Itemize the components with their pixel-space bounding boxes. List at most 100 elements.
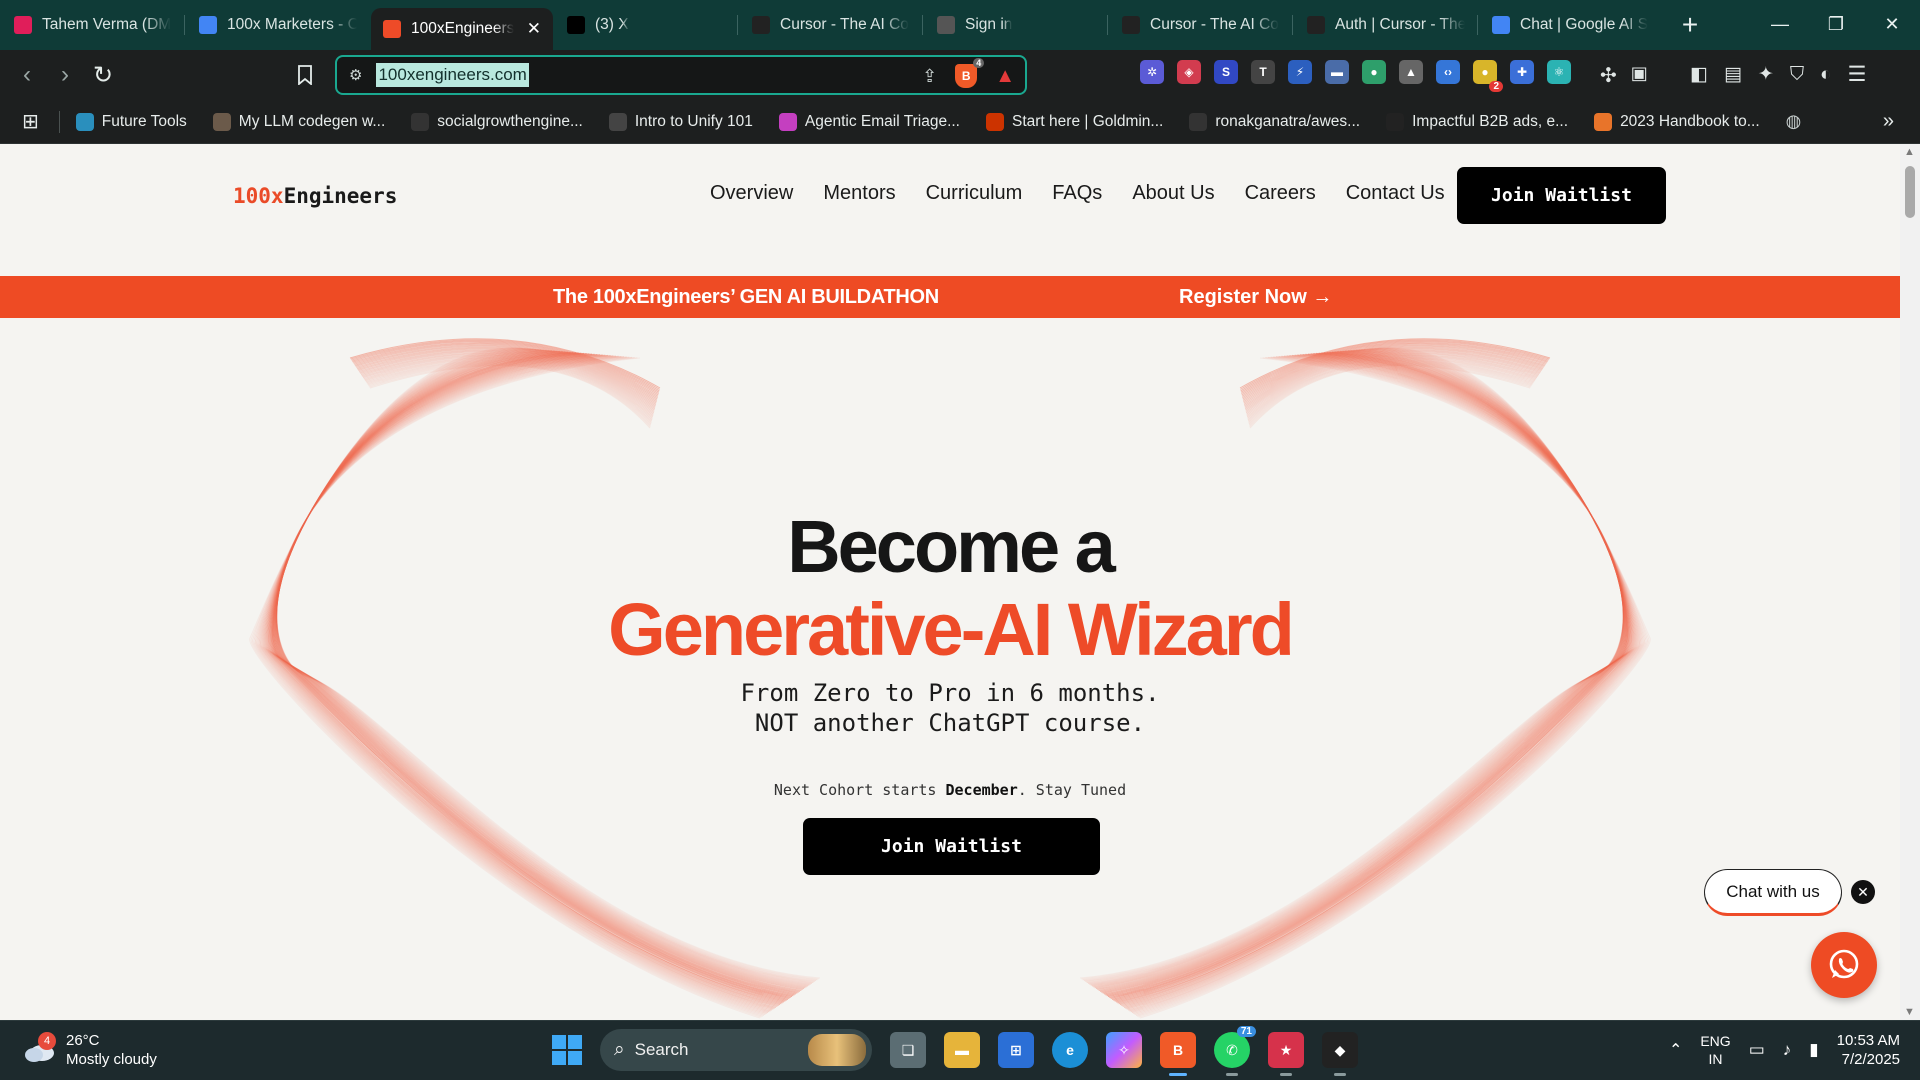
tab-3[interactable]: (3) X bbox=[555, 6, 737, 44]
back-icon[interactable]: ‹ bbox=[8, 56, 46, 94]
bookmark-item[interactable]: My LLM codegen w... bbox=[212, 112, 385, 131]
browser-menu-icons: ◧ ▤ ✦ ⛉ ◐ ☰ bbox=[1690, 62, 1866, 87]
sidebar-icon[interactable]: ◧ bbox=[1690, 63, 1708, 86]
bookmark-label: Intro to Unify 101 bbox=[634, 112, 753, 130]
brave-shields-icon[interactable]: B4 bbox=[955, 58, 985, 88]
tab-5[interactable]: Sign in bbox=[925, 6, 1107, 44]
nav-careers[interactable]: Careers bbox=[1245, 182, 1316, 205]
tab-1[interactable]: 100x Marketers - C bbox=[187, 6, 369, 44]
page-scrollbar[interactable]: ▲ ▼ bbox=[1900, 144, 1920, 1020]
bookmark-item[interactable]: ronakganatra/awes... bbox=[1189, 112, 1360, 131]
ext-3-icon[interactable]: S bbox=[1214, 60, 1238, 84]
nav-curriculum[interactable]: Curriculum bbox=[926, 182, 1023, 205]
scroll-down-icon[interactable]: ▼ bbox=[1904, 1006, 1915, 1018]
lang-top: ENG bbox=[1700, 1033, 1731, 1049]
ext-7-icon[interactable]: ● bbox=[1362, 60, 1386, 84]
leo-ai-icon[interactable]: ✦ bbox=[1758, 63, 1774, 86]
apps-grid-icon[interactable]: ⊞ bbox=[22, 109, 39, 134]
new-tab-button[interactable]: + bbox=[1670, 9, 1710, 41]
ext-12-icon[interactable]: ⚛ bbox=[1547, 60, 1571, 84]
minimize-icon[interactable]: — bbox=[1752, 0, 1808, 48]
vpn-icon[interactable]: ⛉ bbox=[1790, 64, 1804, 86]
ext-2-icon[interactable]: ◈ bbox=[1177, 60, 1201, 84]
taskbar-search[interactable]: ⌕ Search bbox=[600, 1029, 872, 1071]
star-app-icon[interactable]: ★ bbox=[1268, 1032, 1304, 1076]
volume-icon[interactable]: ♪ bbox=[1783, 1040, 1792, 1060]
tab-0[interactable]: Tahem Verma (DM bbox=[2, 6, 184, 44]
tab-6[interactable]: Cursor - The AI Co bbox=[1110, 6, 1292, 44]
edge-icon[interactable]: e bbox=[1052, 1032, 1088, 1068]
tab-separator bbox=[737, 15, 738, 35]
chat-close-icon[interactable]: ✕ bbox=[1851, 880, 1875, 904]
forward-icon[interactable]: › bbox=[46, 56, 84, 94]
close-window-icon[interactable]: ✕ bbox=[1864, 0, 1920, 48]
menu-icon[interactable]: ☰ bbox=[1848, 62, 1867, 87]
extensions-puzzle-icon[interactable]: ✣ bbox=[1600, 63, 1617, 88]
bookmark-globe-icon[interactable]: ◍ bbox=[1786, 111, 1802, 132]
hero-join-waitlist-button[interactable]: Join Waitlist bbox=[803, 818, 1100, 875]
theme-icon[interactable]: ◐ bbox=[1820, 64, 1831, 86]
tab-2[interactable]: 100xEngineers ✕ bbox=[371, 8, 553, 50]
site-logo[interactable]: 100xEngineers bbox=[233, 184, 397, 208]
bookmark-item[interactable]: Future Tools bbox=[75, 112, 187, 131]
header-join-waitlist-button[interactable]: Join Waitlist bbox=[1457, 167, 1666, 224]
battery-icon[interactable]: ▮ bbox=[1809, 1040, 1818, 1060]
bookmark-item[interactable]: Start here | Goldmin... bbox=[986, 112, 1163, 131]
windows-start-icon[interactable] bbox=[552, 1035, 582, 1065]
tab-7[interactable]: Auth | Cursor - The bbox=[1295, 6, 1477, 44]
weather-widget[interactable]: 4 26°C Mostly cloudy bbox=[22, 1031, 157, 1069]
register-now-link[interactable]: Register Now → bbox=[1179, 286, 1332, 309]
browser-toolbar: ‹ › ↻ ⚙ 100xengineers.com ⇪ B4 ▲ ✲ ◈ S T ⚡ ▬ ●… bbox=[0, 50, 1920, 100]
brave-rewards-icon[interactable]: ▲ bbox=[995, 65, 1015, 88]
wallet-icon[interactable]: ▤ bbox=[1724, 63, 1742, 86]
tab-8[interactable]: Chat | Google AI S bbox=[1480, 6, 1662, 44]
copilot-icon[interactable]: ✧ bbox=[1106, 1032, 1142, 1068]
nav-overview[interactable]: Overview bbox=[710, 182, 793, 205]
bookmark-item[interactable]: Impactful B2B ads, e... bbox=[1386, 112, 1568, 131]
scrollbar-thumb[interactable] bbox=[1905, 166, 1915, 218]
bookmark-item[interactable]: socialgrowthengine... bbox=[411, 112, 583, 131]
cursor-app-icon[interactable]: ◆ bbox=[1322, 1032, 1358, 1076]
ext-11-icon[interactable]: ✚ bbox=[1510, 60, 1534, 84]
bookmark-item[interactable]: Agentic Email Triage... bbox=[778, 112, 960, 131]
bookmark-item[interactable]: Intro to Unify 101 bbox=[608, 112, 753, 131]
bookmark-item[interactable]: 2023 Handbook to... bbox=[1594, 112, 1760, 131]
ext-8-icon[interactable]: ▲ bbox=[1399, 60, 1423, 84]
file-explorer-icon[interactable]: ▬ bbox=[944, 1032, 980, 1068]
address-bar[interactable]: ⚙ 100xengineers.com ⇪ B4 ▲ bbox=[335, 55, 1027, 95]
restore-icon[interactable]: ❐ bbox=[1808, 0, 1864, 48]
tray-overflow-icon[interactable]: ⌃ bbox=[1669, 1040, 1682, 1060]
ext-10-icon[interactable]: ● 2 bbox=[1473, 60, 1503, 92]
whatsapp-chat-button[interactable] bbox=[1811, 932, 1877, 998]
microsoft-store-icon[interactable]: ⊞ bbox=[998, 1032, 1034, 1068]
ext-6-icon[interactable]: ▬ bbox=[1325, 60, 1349, 84]
share-icon[interactable]: ⇪ bbox=[922, 66, 937, 87]
screenshot-icon[interactable]: ▣ bbox=[1631, 63, 1648, 88]
ext-4-icon[interactable]: T bbox=[1251, 60, 1275, 84]
ext-1-icon[interactable]: ✲ bbox=[1140, 60, 1164, 84]
nav-contact-us[interactable]: Contact Us bbox=[1346, 182, 1445, 205]
nav-mentors[interactable]: Mentors bbox=[823, 182, 895, 205]
site-info-icon[interactable]: ⚙ bbox=[349, 66, 362, 84]
windows-taskbar: 4 26°C Mostly cloudy ⌕ Search ❏ ▬ ⊞ e ✧ … bbox=[0, 1020, 1920, 1080]
more-bookmarks-icon[interactable]: » bbox=[1883, 110, 1894, 133]
search-icon: ⌕ bbox=[614, 1039, 625, 1060]
close-tab-icon[interactable]: ✕ bbox=[527, 19, 541, 39]
nav-about-us[interactable]: About Us bbox=[1132, 182, 1214, 205]
brave-taskbar-icon[interactable]: B bbox=[1160, 1032, 1196, 1076]
chat-with-us-button[interactable]: Chat with us bbox=[1704, 869, 1842, 916]
clock[interactable]: 10:53 AM 7/2/2025 bbox=[1837, 1031, 1900, 1069]
language-indicator[interactable]: ENG IN bbox=[1700, 1032, 1730, 1068]
url-text[interactable]: 100xengineers.com bbox=[376, 63, 529, 87]
scroll-up-icon[interactable]: ▲ bbox=[1904, 146, 1915, 158]
task-view-icon[interactable]: ❏ bbox=[890, 1032, 926, 1068]
ext-5-icon[interactable]: ⚡ bbox=[1288, 60, 1312, 84]
lang-bottom: IN bbox=[1708, 1051, 1723, 1067]
network-icon[interactable]: ▭ bbox=[1749, 1040, 1765, 1060]
tab-4[interactable]: Cursor - The AI Co bbox=[740, 6, 922, 44]
reload-icon[interactable]: ↻ bbox=[84, 56, 122, 94]
whatsapp-taskbar-icon[interactable]: ✆ 71 bbox=[1214, 1026, 1256, 1076]
ext-9-icon[interactable]: ‹› bbox=[1436, 60, 1460, 84]
bookmark-page-icon[interactable] bbox=[286, 56, 324, 94]
nav-faqs[interactable]: FAQs bbox=[1052, 182, 1102, 205]
